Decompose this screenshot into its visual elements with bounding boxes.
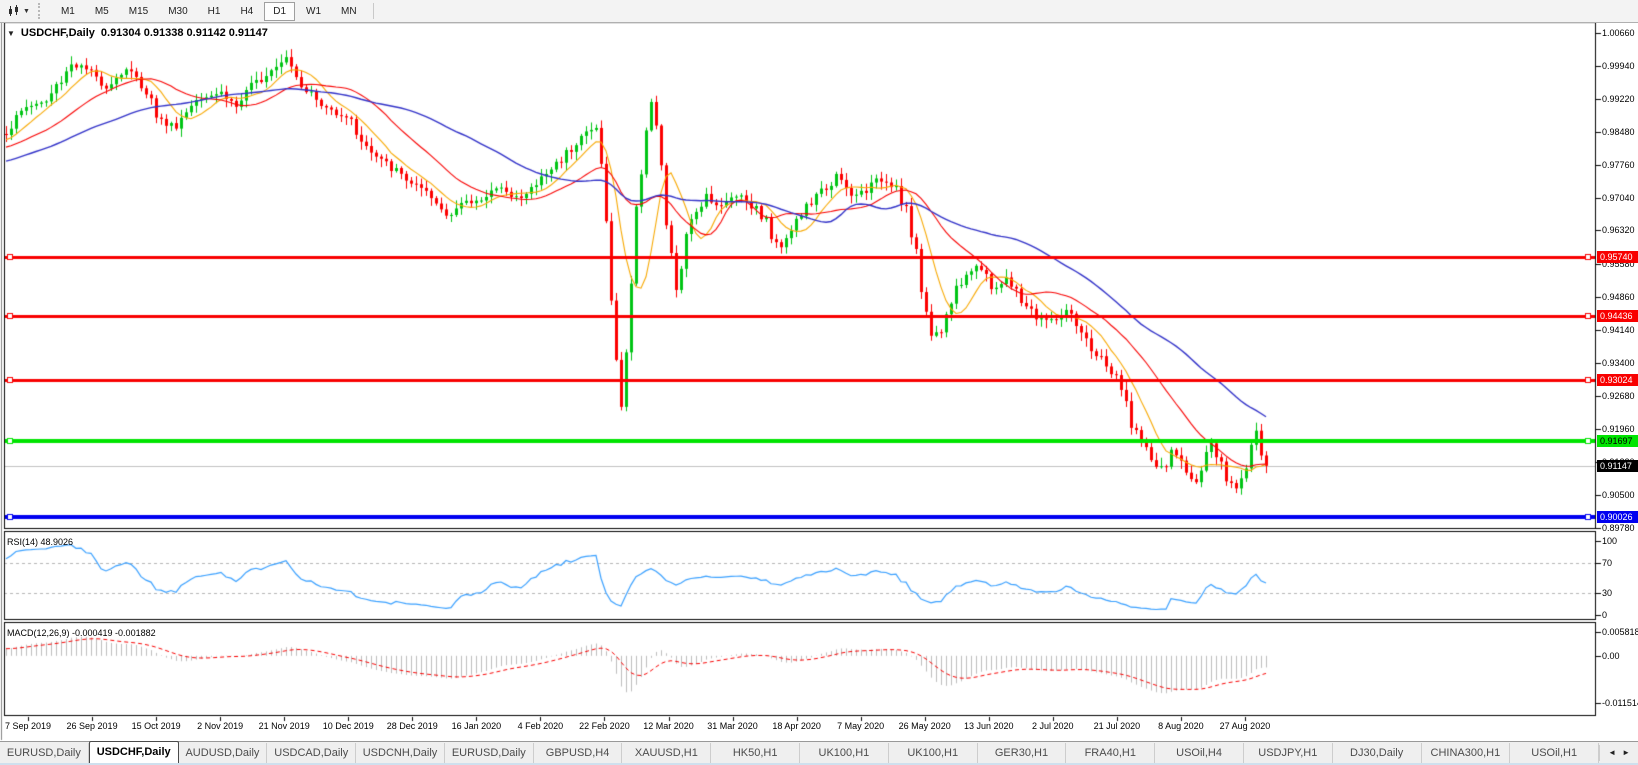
date-tick-label: 27 Aug 2020 bbox=[1219, 721, 1271, 731]
chart-tab[interactable]: FRA40,H1 bbox=[1066, 743, 1156, 763]
timeframe-button[interactable]: W1 bbox=[297, 2, 330, 21]
macd-indicator-label: MACD(12,26,9) -0.000419 -0.001882 bbox=[7, 628, 156, 638]
chart-tab[interactable]: GBPUSD,H4 bbox=[534, 743, 623, 763]
date-tick-label: 26 Sep 2019 bbox=[66, 721, 118, 731]
tab-scroll-left-icon[interactable]: ◄ bbox=[1608, 749, 1616, 757]
timeframe-buttons: M1 M5 M15 M30 H1 H4 D1 W1 MN bbox=[51, 0, 367, 22]
tab-scroll-right-icon[interactable]: ► bbox=[1622, 749, 1630, 757]
date-tick-label: 4 Feb 2020 bbox=[517, 721, 564, 731]
chart-tab[interactable]: HK50,H1 bbox=[711, 743, 801, 763]
chart-tab[interactable]: EURUSD,Daily bbox=[445, 743, 534, 763]
timeframe-button[interactable]: D1 bbox=[264, 1, 296, 21]
tab-scroll-buttons: ◄ ► bbox=[1599, 745, 1638, 761]
toolbar-grip[interactable] bbox=[37, 3, 45, 19]
macd-tick-label: -0.011514 bbox=[1602, 698, 1638, 708]
date-tick-label: 16 Jan 2020 bbox=[451, 721, 502, 731]
rsi-indicator-label: RSI(14) 48.9026 bbox=[7, 537, 74, 547]
chart-tab[interactable]: DJ30,Daily bbox=[1333, 743, 1422, 763]
price-line-label: 0.95740 bbox=[1597, 250, 1638, 263]
price-tick-label: 1.00660 bbox=[1602, 28, 1635, 38]
date-tick-label: 8 Aug 2020 bbox=[1158, 721, 1204, 731]
axis-labels-layer: 1.00660 0.99940 0.99220 0.98480 0.97760 0.970… bbox=[0, 0, 1638, 765]
chart-tab[interactable]: USDCNH,Daily bbox=[356, 743, 445, 763]
price-tick-label: 0.97760 bbox=[1602, 159, 1635, 170]
chart-tab-bar: EURUSD,Daily USDCHF,Daily AUDUSD,Daily U… bbox=[0, 740, 1638, 764]
rsi-tick-label: 30 bbox=[1602, 587, 1613, 598]
date-tick-label: 7 May 2020 bbox=[837, 721, 885, 731]
chart-tab[interactable]: USDCHF,Daily bbox=[88, 740, 179, 764]
price-tick-label: 0.89780 bbox=[1602, 523, 1635, 533]
date-tick-label: 21 Nov 2019 bbox=[258, 721, 310, 731]
collapse-chart-arrow[interactable]: ▼ bbox=[7, 29, 15, 38]
date-tick-label: 7 Sep 2019 bbox=[4, 721, 52, 731]
price-line-label: 0.94436 bbox=[1597, 310, 1638, 323]
chart-tab[interactable]: UK100,H1 bbox=[889, 743, 978, 763]
date-tick-label: 12 Mar 2020 bbox=[643, 721, 694, 731]
chart-ohlc-values: 0.91304 0.91338 0.91142 0.91147 bbox=[100, 27, 268, 39]
rsi-tick-label: 100 bbox=[1602, 536, 1618, 546]
chart-tab[interactable]: UK100,H1 bbox=[800, 743, 889, 763]
timeframe-button[interactable]: M1 bbox=[52, 2, 84, 21]
price-tick-label: 0.94860 bbox=[1602, 291, 1635, 302]
chart-tab[interactable]: EURUSD,Daily bbox=[0, 743, 89, 763]
chart-tab[interactable]: AUDUSD,Daily bbox=[179, 743, 268, 763]
macd-tick-label: 0.00 bbox=[1602, 650, 1620, 661]
timeframe-button[interactable]: M15 bbox=[120, 2, 157, 21]
chart-tab[interactable]: USDCAD,Daily bbox=[267, 743, 357, 763]
date-tick-label: 15 Oct 2019 bbox=[131, 721, 181, 731]
chart-tab[interactable]: USDJPY,H1 bbox=[1244, 743, 1333, 763]
date-tick-label: 21 Jul 2020 bbox=[1093, 721, 1141, 731]
chart-tab[interactable]: GER30,H1 bbox=[978, 743, 1067, 763]
timeframe-button[interactable]: M30 bbox=[159, 2, 196, 21]
price-tick-label: 0.91960 bbox=[1602, 423, 1635, 434]
chart-tab[interactable]: USOil,H1 bbox=[1510, 743, 1600, 763]
price-tick-label: 0.97040 bbox=[1602, 192, 1635, 203]
macd-tick-label: 0.005818 bbox=[1602, 627, 1638, 637]
price-tick-label: 0.99220 bbox=[1602, 93, 1635, 104]
timeframe-toolbar: ▼ M1 M5 M15 M30 H1 H4 D1 W1 MN bbox=[0, 0, 1638, 23]
timeframe-button[interactable]: MN bbox=[332, 2, 366, 21]
date-tick-label: 22 Feb 2020 bbox=[579, 721, 630, 731]
date-tick-label: 26 May 2020 bbox=[898, 721, 951, 731]
price-line-label: 0.91697 bbox=[1597, 434, 1638, 447]
price-tick-label: 0.99940 bbox=[1602, 60, 1635, 71]
rsi-tick-label: 70 bbox=[1602, 558, 1613, 569]
date-tick-label: 28 Dec 2019 bbox=[386, 721, 438, 731]
price-tick-label: 0.90500 bbox=[1602, 490, 1635, 501]
timeframe-button[interactable]: H4 bbox=[231, 2, 262, 21]
date-tick-label: 31 Mar 2020 bbox=[707, 721, 758, 731]
chart-symbol-period: USDCHF,Daily bbox=[20, 27, 95, 39]
price-tick-label: 0.96320 bbox=[1602, 225, 1635, 236]
date-tick-label: 13 Jun 2020 bbox=[963, 721, 1014, 731]
price-tick-label: 0.93400 bbox=[1602, 358, 1635, 369]
current-price-label: 0.91147 bbox=[1597, 459, 1638, 472]
date-tick-label: 18 Apr 2020 bbox=[772, 721, 821, 731]
chart-tab[interactable]: USOil,H4 bbox=[1155, 743, 1244, 763]
chart-title: ▼ USDCHF,Daily 0.91304 0.91338 0.91142 0… bbox=[7, 27, 268, 39]
toolbar-separator bbox=[372, 3, 374, 19]
date-tick-label: 10 Dec 2019 bbox=[322, 721, 374, 731]
date-tick-label: 2 Nov 2019 bbox=[197, 721, 244, 731]
mt4-chart-window: ▼ M1 M5 M15 M30 H1 H4 D1 W1 MN ▼ USDCHF,… bbox=[0, 0, 1638, 765]
timeframe-button[interactable]: H1 bbox=[199, 2, 230, 21]
rsi-tick-label: 0 bbox=[1602, 610, 1608, 620]
chart-tab[interactable]: CHINA300,H1 bbox=[1422, 743, 1511, 763]
price-line-label: 0.90026 bbox=[1597, 510, 1638, 523]
price-line-label: 0.93024 bbox=[1597, 374, 1638, 387]
price-tick-label: 0.94140 bbox=[1602, 324, 1635, 335]
chart-tab[interactable]: XAUUSD,H1 bbox=[622, 743, 712, 763]
timeframe-button[interactable]: M5 bbox=[86, 2, 118, 21]
price-tick-label: 0.98480 bbox=[1602, 127, 1635, 138]
chevron-down-icon: ▼ bbox=[23, 7, 30, 15]
date-tick-label: 2 Jul 2020 bbox=[1032, 721, 1074, 731]
price-tick-label: 0.92680 bbox=[1602, 391, 1635, 402]
candlestick-chart-icon bbox=[9, 5, 18, 16]
chart-tabs: EURUSD,Daily USDCHF,Daily AUDUSD,Daily U… bbox=[0, 740, 1600, 764]
chart-type-button[interactable]: ▼ bbox=[3, 3, 34, 19]
